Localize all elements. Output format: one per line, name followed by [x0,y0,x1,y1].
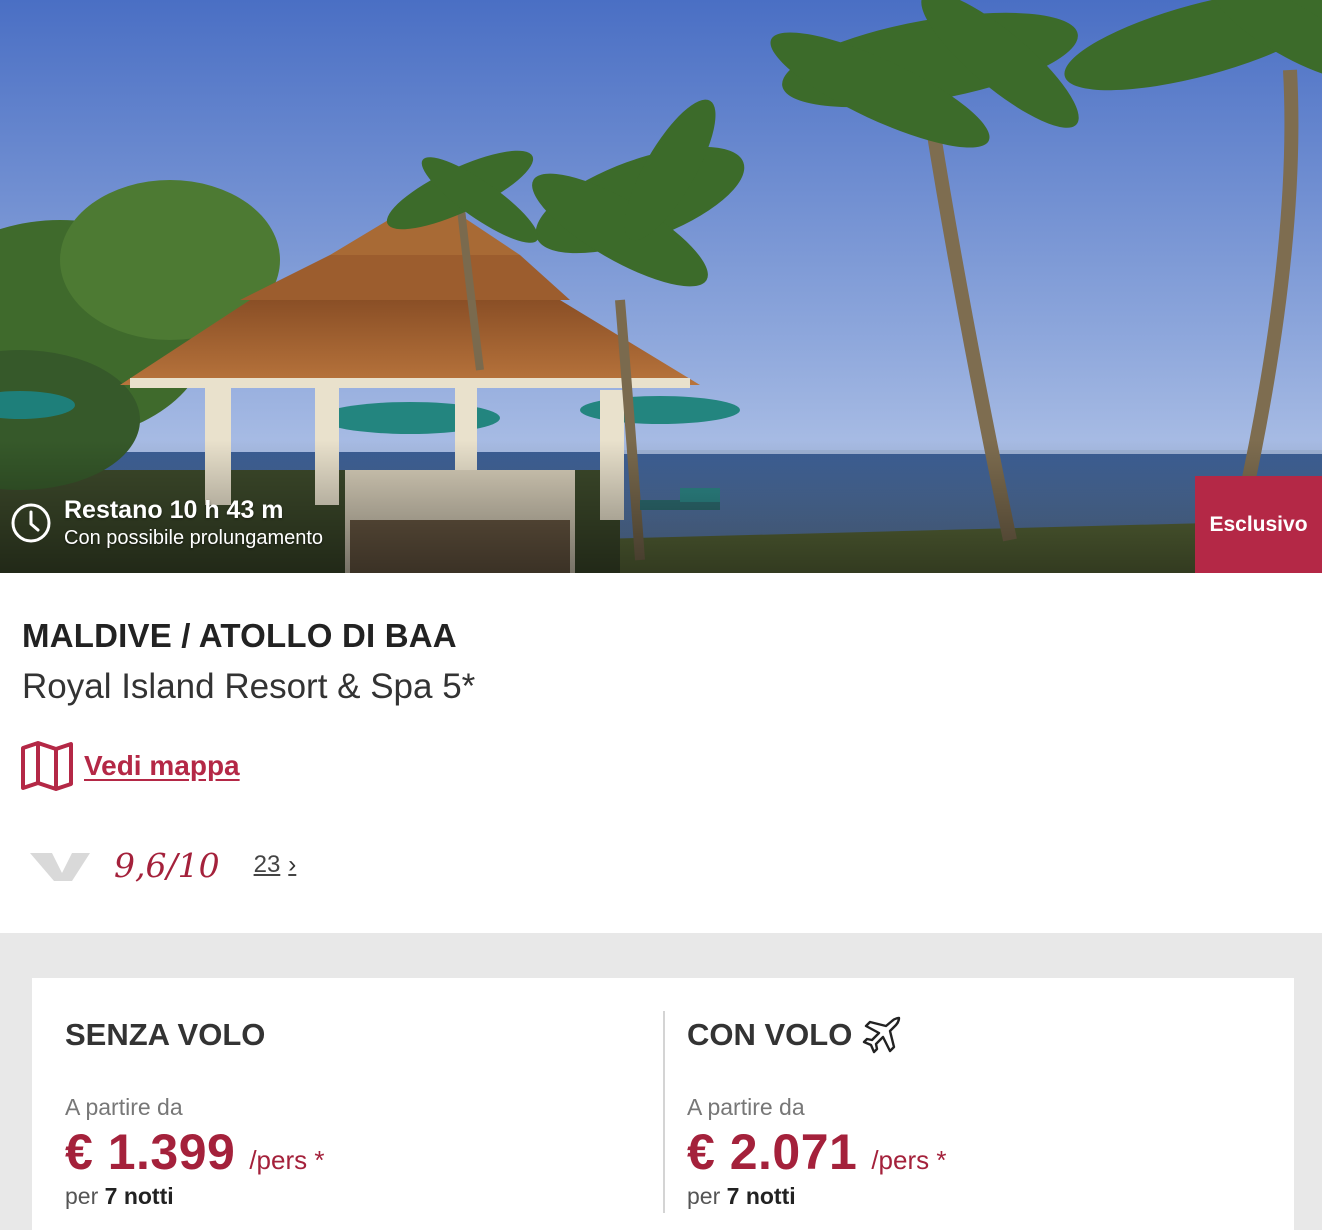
from-label: A partire da [65,1094,183,1120]
price-card: SENZA VOLO A partire da € 1.399 /pers * … [32,978,1294,1230]
timer-remaining: Restano 10 h 43 m [64,496,284,525]
clock-icon [11,503,51,543]
price-option-without-flight[interactable]: SENZA VOLO A partire da € 1.399 /pers * … [65,1014,324,1210]
resort-photo [0,0,1322,573]
view-map-label[interactable]: Vedi mappa [84,750,240,782]
from-label: A partire da [687,1094,805,1120]
destination-title: MALDIVE / ATOLLO DI BAA [22,617,457,654]
timer-extension-note: Con possibile prolungamento [64,526,324,549]
chevron-right-icon: › [288,851,297,878]
rating-logo-icon [30,853,90,881]
price-unit: /pers * [871,1145,947,1175]
option-title: SENZA VOLO [65,1017,266,1052]
nights-prefix: per [687,1183,721,1209]
nights-prefix: per [65,1183,99,1209]
hero-image[interactable]: Restano 10 h 43 m Con possibile prolunga… [0,0,1322,573]
hotel-name[interactable]: Royal Island Resort & Spa 5* [22,667,475,707]
stay-duration: per 7 notti [65,1183,324,1210]
stay-duration: per 7 notti [687,1183,946,1210]
price-option-with-flight[interactable]: CON VOLO A partire da € 2.071 /pers * pe… [687,1014,946,1210]
price-unit: /pers * [249,1145,325,1175]
exclusive-badge: Esclusivo [1195,476,1322,573]
option-title-row: CON VOLO [687,1014,946,1056]
rating-score: 9,6/10 [114,845,220,885]
column-divider [663,1011,665,1213]
rating-summary: 9,6/10 23 › [30,840,296,890]
view-map-link[interactable]: Vedi mappa [20,740,240,792]
review-count[interactable]: 23 [254,851,281,879]
plane-icon [863,1016,901,1054]
nights-count: 7 notti [726,1183,796,1209]
price-value: € 2.071 [687,1124,858,1180]
nights-count: 7 notti [104,1183,174,1209]
option-title: CON VOLO [687,1017,853,1052]
offer-timer: Restano 10 h 43 m Con possibile prolunga… [10,493,323,553]
map-icon [21,741,73,791]
reviews-link[interactable]: 23 › [254,851,297,879]
price-value: € 1.399 [65,1124,236,1180]
